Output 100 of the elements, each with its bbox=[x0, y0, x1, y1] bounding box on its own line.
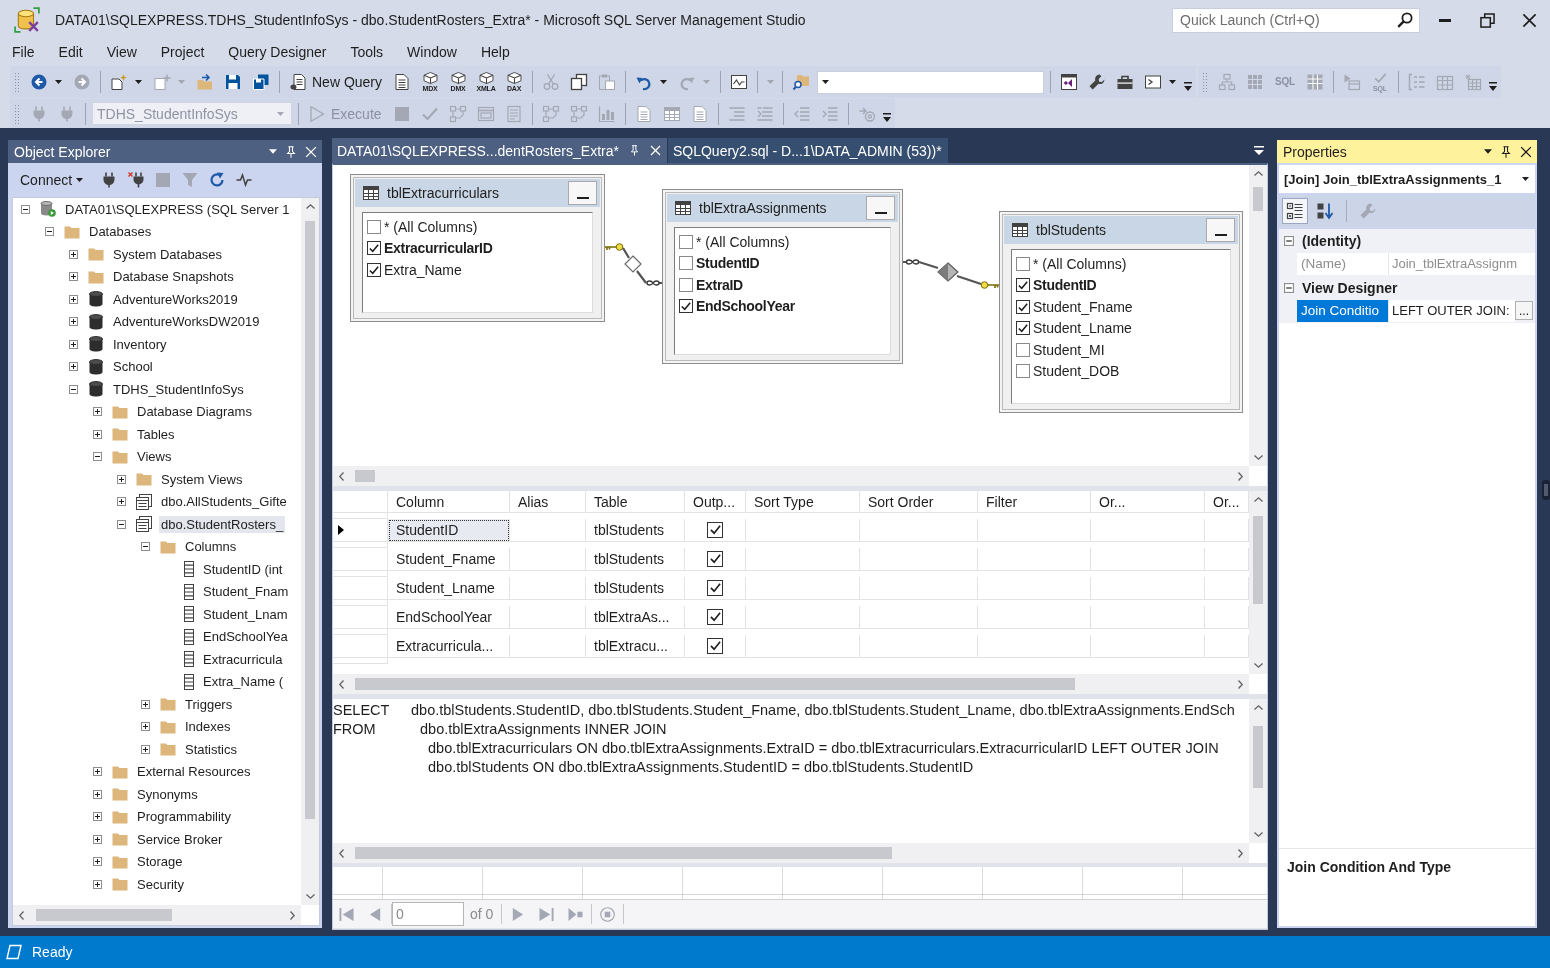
expand-icon[interactable] bbox=[69, 362, 78, 372]
expand-icon[interactable] bbox=[93, 407, 102, 417]
column-header[interactable]: Column bbox=[388, 491, 510, 513]
checkbox[interactable] bbox=[367, 219, 381, 234]
tree-item[interactable]: Extra_Name ( bbox=[201, 673, 286, 691]
table-cell[interactable] bbox=[1091, 635, 1205, 658]
tree-item[interactable]: Columns bbox=[183, 538, 239, 556]
chevron-left-icon[interactable] bbox=[339, 848, 344, 858]
checkbox[interactable] bbox=[1016, 256, 1030, 271]
table-window[interactable]: tblStudents * (All Columns) StudentID Student_Fname Student_Lname Student_MI Student_DOB bbox=[999, 211, 1243, 413]
table-window[interactable]: tblExtraAssignments * (All Columns) StudentID ExtraID EndSchoolYear bbox=[662, 189, 903, 364]
table-cell[interactable]: tblStudents bbox=[586, 548, 685, 571]
quick-launch-field[interactable]: Quick Launch (Ctrl+Q) bbox=[1172, 7, 1420, 33]
tree-item[interactable]: AdventureWorksDW2019 bbox=[111, 313, 262, 331]
table-cell[interactable] bbox=[1091, 606, 1205, 629]
new-query-button[interactable]: New Query bbox=[286, 70, 387, 94]
expand-icon[interactable] bbox=[117, 497, 126, 507]
expand-icon[interactable] bbox=[117, 474, 126, 484]
tree-item[interactable]: Extracurricula bbox=[201, 650, 285, 668]
tree-item[interactable]: Student_Lnam bbox=[201, 605, 290, 623]
close-icon[interactable] bbox=[1520, 145, 1532, 158]
expand-icon[interactable] bbox=[141, 699, 150, 709]
checkbox[interactable] bbox=[707, 608, 723, 625]
expand-icon[interactable] bbox=[69, 317, 78, 327]
tree-item[interactable]: Database Diagrams bbox=[135, 403, 254, 421]
column-header[interactable]: Table bbox=[586, 491, 685, 513]
menu-item[interactable]: Edit bbox=[46, 42, 95, 62]
table-cell[interactable] bbox=[685, 577, 746, 600]
tree-item[interactable]: DATA01\SQLEXPRESS (SQL Server 1 bbox=[63, 200, 292, 218]
table-cell[interactable]: Student_Fname bbox=[388, 548, 510, 571]
chevron-up-icon[interactable] bbox=[1253, 497, 1263, 502]
tree-item[interactable]: Student_Fnam bbox=[201, 583, 291, 601]
document-tab[interactable]: SQLQuery2.sql - D...1\DATA_ADMIN (53))* bbox=[667, 138, 948, 163]
table-cell[interactable]: Student_Lname bbox=[388, 577, 510, 600]
tree-item[interactable]: Triggers bbox=[183, 695, 235, 713]
menu-item[interactable]: Tools bbox=[338, 42, 396, 62]
expand-icon[interactable] bbox=[69, 249, 78, 259]
scrollbar-thumb[interactable] bbox=[1253, 187, 1263, 211]
expand-icon[interactable] bbox=[93, 789, 102, 799]
horizontal-scrollbar[interactable] bbox=[333, 843, 1249, 863]
tree-item[interactable]: dbo.StudentRosters_ bbox=[159, 515, 286, 533]
column-header[interactable]: Filter bbox=[978, 491, 1091, 513]
tree-item[interactable]: Storage bbox=[135, 853, 185, 871]
table-cell[interactable]: tblExtracu... bbox=[586, 635, 685, 658]
table-cell[interactable]: Extracurricula... bbox=[388, 635, 510, 658]
tree-item[interactable]: Service Broker bbox=[135, 830, 225, 848]
tree-item[interactable]: EndSchoolYea bbox=[201, 628, 290, 646]
minimize-button[interactable] bbox=[568, 181, 597, 205]
scrollbar-thumb[interactable] bbox=[305, 221, 315, 819]
join-line[interactable] bbox=[901, 259, 1000, 289]
table-cell[interactable] bbox=[860, 548, 978, 571]
scrollbar-thumb[interactable] bbox=[1253, 516, 1263, 604]
scrollbar-thumb[interactable] bbox=[355, 678, 1075, 690]
tree-item[interactable]: Views bbox=[135, 448, 174, 466]
checkbox[interactable] bbox=[707, 579, 723, 596]
table-cell[interactable] bbox=[510, 606, 586, 629]
property-value[interactable]: LEFT OUTER JOIN: bbox=[1389, 299, 1515, 322]
collapse-icon[interactable] bbox=[141, 542, 150, 552]
object-selector[interactable]: [Join] Join_tblExtraAssignments_1 bbox=[1279, 165, 1535, 193]
table-cell[interactable] bbox=[333, 570, 388, 577]
table-cell[interactable]: EndSchoolYear bbox=[388, 606, 510, 629]
chevron-left-icon[interactable] bbox=[339, 471, 344, 481]
table-cell[interactable] bbox=[978, 548, 1091, 571]
table-cell[interactable]: StudentID bbox=[388, 519, 510, 542]
chevron-right-icon[interactable] bbox=[1238, 679, 1243, 689]
menu-item[interactable]: Window bbox=[395, 42, 469, 62]
table-cell[interactable] bbox=[860, 606, 978, 629]
plug-button[interactable] bbox=[101, 171, 118, 188]
table-cell[interactable] bbox=[860, 519, 978, 542]
expand-icon[interactable] bbox=[141, 744, 150, 754]
table-cell[interactable] bbox=[860, 635, 978, 658]
table-cell[interactable] bbox=[746, 548, 860, 571]
checkbox[interactable] bbox=[707, 637, 723, 654]
table-cell[interactable]: tblStudents bbox=[586, 519, 685, 542]
table-cell[interactable] bbox=[685, 548, 746, 571]
expand-icon[interactable] bbox=[141, 722, 150, 732]
tree-item[interactable]: System Databases bbox=[111, 245, 225, 263]
menu-item[interactable]: Query Designer bbox=[216, 42, 339, 62]
property-name[interactable]: Join Conditio bbox=[1297, 299, 1389, 322]
pin-icon[interactable] bbox=[1500, 144, 1512, 159]
expand-icon[interactable] bbox=[69, 272, 78, 282]
checkbox[interactable] bbox=[1016, 299, 1030, 314]
table-cell[interactable] bbox=[1091, 577, 1205, 600]
expand-icon[interactable] bbox=[93, 834, 102, 844]
collapse-icon[interactable] bbox=[93, 452, 102, 462]
search-icon[interactable] bbox=[1397, 11, 1413, 28]
table-cell[interactable] bbox=[685, 635, 746, 658]
connect-button[interactable]: Connect bbox=[16, 169, 88, 190]
checkbox[interactable] bbox=[679, 256, 693, 271]
checkbox[interactable] bbox=[1016, 278, 1030, 293]
chevron-right-icon[interactable] bbox=[290, 910, 295, 920]
column-header[interactable]: Outp... bbox=[685, 491, 746, 513]
scrollbar-thumb[interactable] bbox=[355, 847, 892, 859]
table-cell[interactable] bbox=[746, 519, 860, 542]
ellipsis-button[interactable]: ... bbox=[1515, 301, 1533, 321]
table-cell[interactable] bbox=[978, 606, 1091, 629]
collapse-icon[interactable] bbox=[69, 384, 78, 394]
chevron-down-icon[interactable] bbox=[1253, 832, 1263, 837]
chevron-down-icon[interactable] bbox=[305, 894, 315, 899]
chevron-up-icon[interactable] bbox=[305, 204, 315, 209]
